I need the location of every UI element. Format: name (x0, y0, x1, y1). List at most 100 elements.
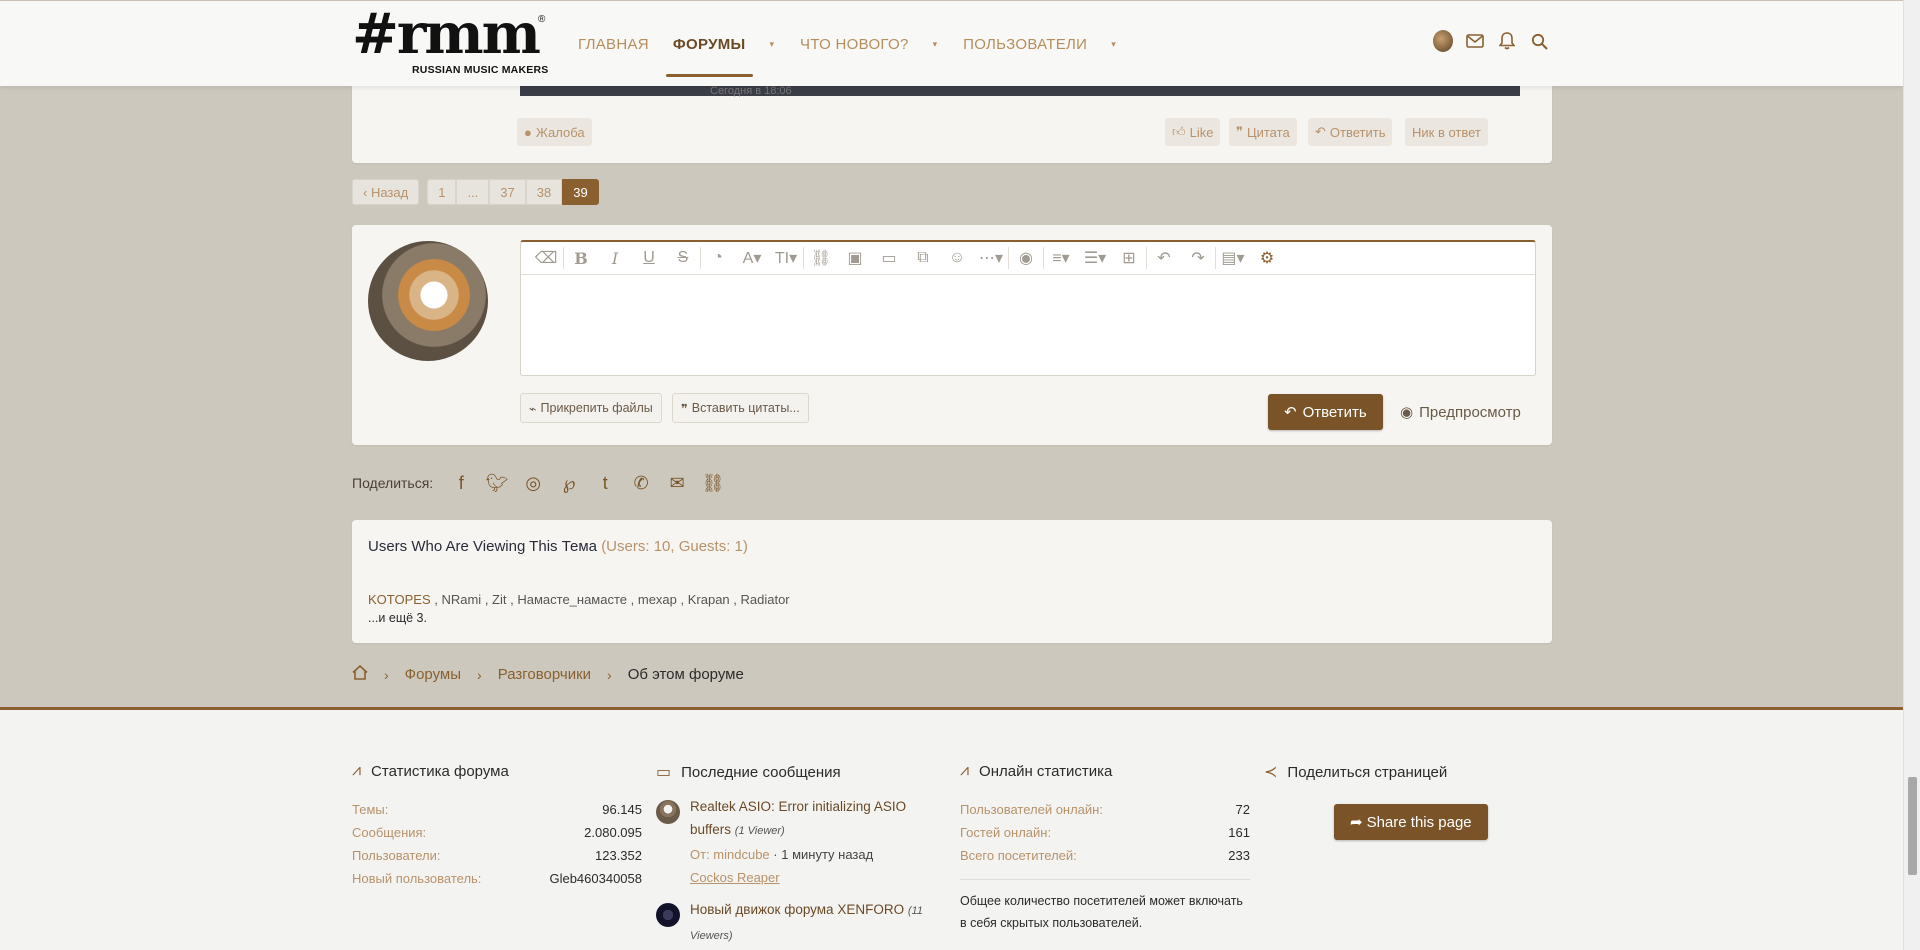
font-family-icon[interactable]: A▾ (735, 242, 769, 275)
latest-post-author[interactable]: От: mindcube (690, 847, 770, 862)
smilie-icon[interactable]: ☺ (940, 242, 974, 275)
bell-icon[interactable] (1497, 31, 1517, 51)
inbox-icon[interactable] (1465, 31, 1485, 51)
undo-icon[interactable]: ↶ (1147, 242, 1181, 275)
report-button[interactable]: ● Жалоба (517, 118, 592, 146)
pinterest-icon[interactable]: ℘ (551, 473, 587, 494)
image-icon[interactable]: ▣ (838, 242, 872, 275)
underline-icon[interactable]: U (632, 242, 666, 275)
attach-files-label: Прикрепить файлы (540, 401, 653, 415)
twitter-icon[interactable]: 🐦︎ (479, 473, 515, 494)
more-icon[interactable]: ⋯▾ (974, 242, 1008, 275)
spoiler-icon[interactable]: ◉ (1009, 242, 1043, 275)
italic-icon[interactable]: I (598, 242, 632, 275)
breadcrumb-talk[interactable]: Разговорчики (498, 666, 591, 683)
newest-member-link[interactable]: Gleb460340058 (549, 871, 642, 886)
scrollbar-thumb[interactable] (1908, 777, 1917, 875)
viewer-link[interactable]: Намасте_намасте (517, 592, 627, 607)
home-icon[interactable] (352, 664, 368, 684)
nav-members[interactable]: ПОЛЬЗОВАТЕЛИ (951, 1, 1099, 87)
logo-mark: #rmm (352, 1, 541, 67)
editor-text-area[interactable] (521, 275, 1535, 374)
latest-post-item: Realtek ASIO: Error initializing ASIO bu… (656, 799, 946, 889)
latest-post-forum-link[interactable]: Cockos Reaper (690, 870, 780, 885)
facebook-icon[interactable]: f (443, 473, 479, 494)
stat-key: Пользователи: (352, 848, 441, 863)
forum-stats-title: ⩘ Статистика форума (352, 762, 642, 780)
link-icon[interactable]: ⛓ (695, 473, 731, 494)
user-avatar-icon[interactable] (1433, 30, 1453, 52)
mention-button[interactable]: Ник в ответ (1405, 118, 1488, 146)
insert-quotes-button[interactable]: ❞ Вставить цитаты... (672, 393, 809, 423)
share-label: Поделиться: (352, 475, 434, 491)
viewer-link[interactable]: Radiator (741, 592, 790, 607)
latest-post-title: Новый движок форума XENFORO (11 Viewers) (690, 898, 946, 948)
latest-post-time: · 1 минуту назад (769, 847, 874, 862)
table-icon[interactable]: ⊞ (1112, 242, 1146, 275)
tumblr-icon[interactable]: t (587, 473, 623, 494)
nav-members-caret[interactable]: ▾ (1111, 39, 1116, 50)
nav-whats-new[interactable]: ЧТО НОВОГО? (788, 1, 921, 87)
share-page-title-text: Поделиться страницей (1287, 763, 1448, 781)
quote-label: Цитата (1247, 124, 1290, 140)
media-icon[interactable]: ⧉ (906, 242, 940, 275)
video-icon[interactable]: ▭ (872, 242, 906, 275)
comment-icon: ▭ (656, 764, 672, 781)
stat-value: 123.352 (595, 848, 642, 863)
redo-icon[interactable]: ↷ (1181, 242, 1215, 275)
link-icon[interactable]: ⛓ (804, 242, 838, 275)
chart-icon: ⩘ (352, 762, 362, 779)
attach-files-button[interactable]: ⌁ Прикрепить файлы (520, 393, 662, 423)
latest-post-title-link[interactable]: Realtek ASIO: Error initializing ASIO bu… (690, 799, 906, 837)
email-icon[interactable]: ✉ (659, 473, 695, 494)
pagination-prev[interactable]: ‹ Назад (352, 179, 420, 205)
page-1[interactable]: 1 (427, 179, 457, 205)
latest-post-title-link[interactable]: Новый движок форума XENFORO (690, 902, 904, 917)
viewer-link[interactable]: mexap (638, 592, 677, 607)
quote-button[interactable]: ❞ Цитата (1229, 118, 1297, 146)
page-37[interactable]: 37 (489, 179, 526, 205)
search-icon[interactable] (1529, 31, 1549, 51)
preview-button[interactable]: ◉ Предпросмотр (1400, 403, 1521, 422)
logo-registered: ® (538, 14, 546, 25)
align-icon[interactable]: ≡▾ (1044, 242, 1078, 275)
chevron-right-icon: › (477, 666, 482, 683)
embedded-media[interactable]: Сегодня в 18:06 (520, 85, 1520, 97)
viewer-link[interactable]: Krapan (688, 592, 730, 607)
font-size-icon[interactable]: TI▾ (769, 242, 803, 275)
latest-post-item: Новый движок форума XENFORO (11 Viewers) (656, 902, 946, 948)
strikethrough-icon[interactable]: S (666, 242, 700, 275)
share-this-page-button[interactable]: ➦ Share this page (1334, 804, 1488, 840)
nav-whats-new-caret[interactable]: ▾ (933, 39, 938, 50)
list-icon[interactable]: ☰▾ (1078, 242, 1112, 275)
reply-button[interactable]: ↶ Ответить (1308, 118, 1393, 146)
viewer-link[interactable]: Zit (492, 592, 506, 607)
color-icon[interactable]: ◔ (701, 242, 735, 275)
whatsapp-icon[interactable]: ✆ (623, 473, 659, 494)
page-ellipsis[interactable]: ... (456, 179, 490, 205)
eraser-icon[interactable]: ⌫ (529, 242, 563, 275)
stat-key: Гостей онлайн: (960, 825, 1052, 840)
viewer-link[interactable]: NRami (441, 592, 481, 607)
page-39-current[interactable]: 39 (562, 179, 599, 205)
avatar[interactable] (656, 903, 680, 927)
page-scrollbar[interactable] (1903, 0, 1920, 950)
submit-reply-button[interactable]: ↶ Ответить (1268, 394, 1383, 430)
viewer-link[interactable]: KOTOPES (368, 592, 431, 607)
bold-icon[interactable]: B (564, 242, 598, 275)
nav-forums-caret[interactable]: ▾ (770, 39, 775, 50)
user-avatar[interactable] (368, 241, 488, 361)
breadcrumb-forums[interactable]: Форумы (405, 666, 461, 683)
settings-icon[interactable]: ⚙ (1250, 242, 1284, 275)
page-38[interactable]: 38 (525, 179, 563, 205)
nav-forums[interactable]: ФОРУМЫ (661, 1, 758, 87)
reply-icon: ↶ (1284, 404, 1297, 421)
reply-icon: ↶ (1315, 124, 1326, 139)
like-button[interactable]: 👍︎ Like (1165, 118, 1221, 146)
draft-icon[interactable]: ▤▾ (1216, 242, 1250, 275)
avatar[interactable] (656, 800, 680, 824)
site-logo[interactable]: #rmm ® RUSSIAN MUSIC MAKERS (352, 4, 548, 78)
latest-posts-title: ▭ Последние сообщения (656, 762, 946, 782)
reddit-icon[interactable]: ◎ (515, 473, 551, 494)
nav-home[interactable]: ГЛАВНАЯ (566, 1, 661, 87)
